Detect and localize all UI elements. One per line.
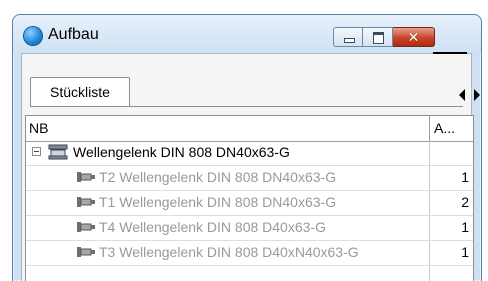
- triangle-right-icon: [474, 89, 480, 101]
- assembly-icon: [48, 144, 68, 160]
- tree-item-label: T2 Wellengelenk DIN 808 DN40x63-G: [99, 169, 337, 185]
- minimize-button[interactable]: [333, 27, 363, 47]
- quantity-cell: [430, 141, 469, 165]
- tree-item-label: Wellengelenk DIN 808 DN40x63-G: [73, 144, 290, 160]
- tree-item-label: T3 Wellengelenk DIN 808 D40xN40x63-G: [99, 244, 359, 260]
- table-header: NB A...: [26, 116, 473, 142]
- tree-item-label: T1 Wellengelenk DIN 808 DN40x63-G: [99, 194, 337, 210]
- table-row[interactable]: T3 Wellengelenk DIN 808 D40xN40x63-G 1: [26, 241, 473, 266]
- tree-item-label: T4 Wellengelenk DIN 808 D40x63-G: [99, 219, 326, 235]
- part-icon: [77, 197, 95, 207]
- quantity-cell: 2: [461, 194, 469, 210]
- window-title: Aufbau: [48, 26, 99, 43]
- column-header-a[interactable]: A...: [434, 116, 473, 141]
- table-row[interactable]: T4 Wellengelenk DIN 808 D40x63-G 1: [26, 216, 473, 241]
- collapse-toggle-icon[interactable]: [32, 147, 41, 156]
- table-row[interactable]: T1 Wellengelenk DIN 808 DN40x63-G 2: [26, 191, 473, 216]
- bom-table: NB A... Wellengelenk DIN 808 DN40x63-G T…: [25, 115, 474, 281]
- part-icon: [77, 247, 95, 257]
- column-resize-handle[interactable]: [429, 116, 430, 141]
- triangle-left-icon: [459, 89, 465, 101]
- maximize-icon: [373, 32, 384, 44]
- close-button[interactable]: ✕: [393, 27, 435, 47]
- part-icon: [77, 172, 95, 182]
- maximize-button[interactable]: [363, 27, 393, 47]
- scroll-tabs-right-button[interactable]: [472, 86, 482, 104]
- quantity-cell: 1: [461, 169, 469, 185]
- column-header-nb[interactable]: NB: [29, 116, 424, 141]
- table-row[interactable]: Wellengelenk DIN 808 DN40x63-G: [26, 141, 473, 166]
- table-row[interactable]: T2 Wellengelenk DIN 808 DN40x63-G 1: [26, 166, 473, 191]
- quantity-cell: 1: [461, 219, 469, 235]
- quantity-cell: 1: [461, 244, 469, 260]
- tab-nav-underline: [433, 52, 467, 54]
- minimize-icon: [344, 38, 355, 43]
- tab-strip-divider: [30, 106, 463, 107]
- close-icon: ✕: [407, 29, 420, 45]
- title-bar[interactable]: Aufbau ✕: [13, 15, 481, 53]
- part-icon: [77, 222, 95, 232]
- tab-stueckliste[interactable]: Stückliste: [30, 77, 130, 107]
- scroll-tabs-left-button[interactable]: [457, 86, 467, 104]
- app-globe-icon: [24, 27, 42, 45]
